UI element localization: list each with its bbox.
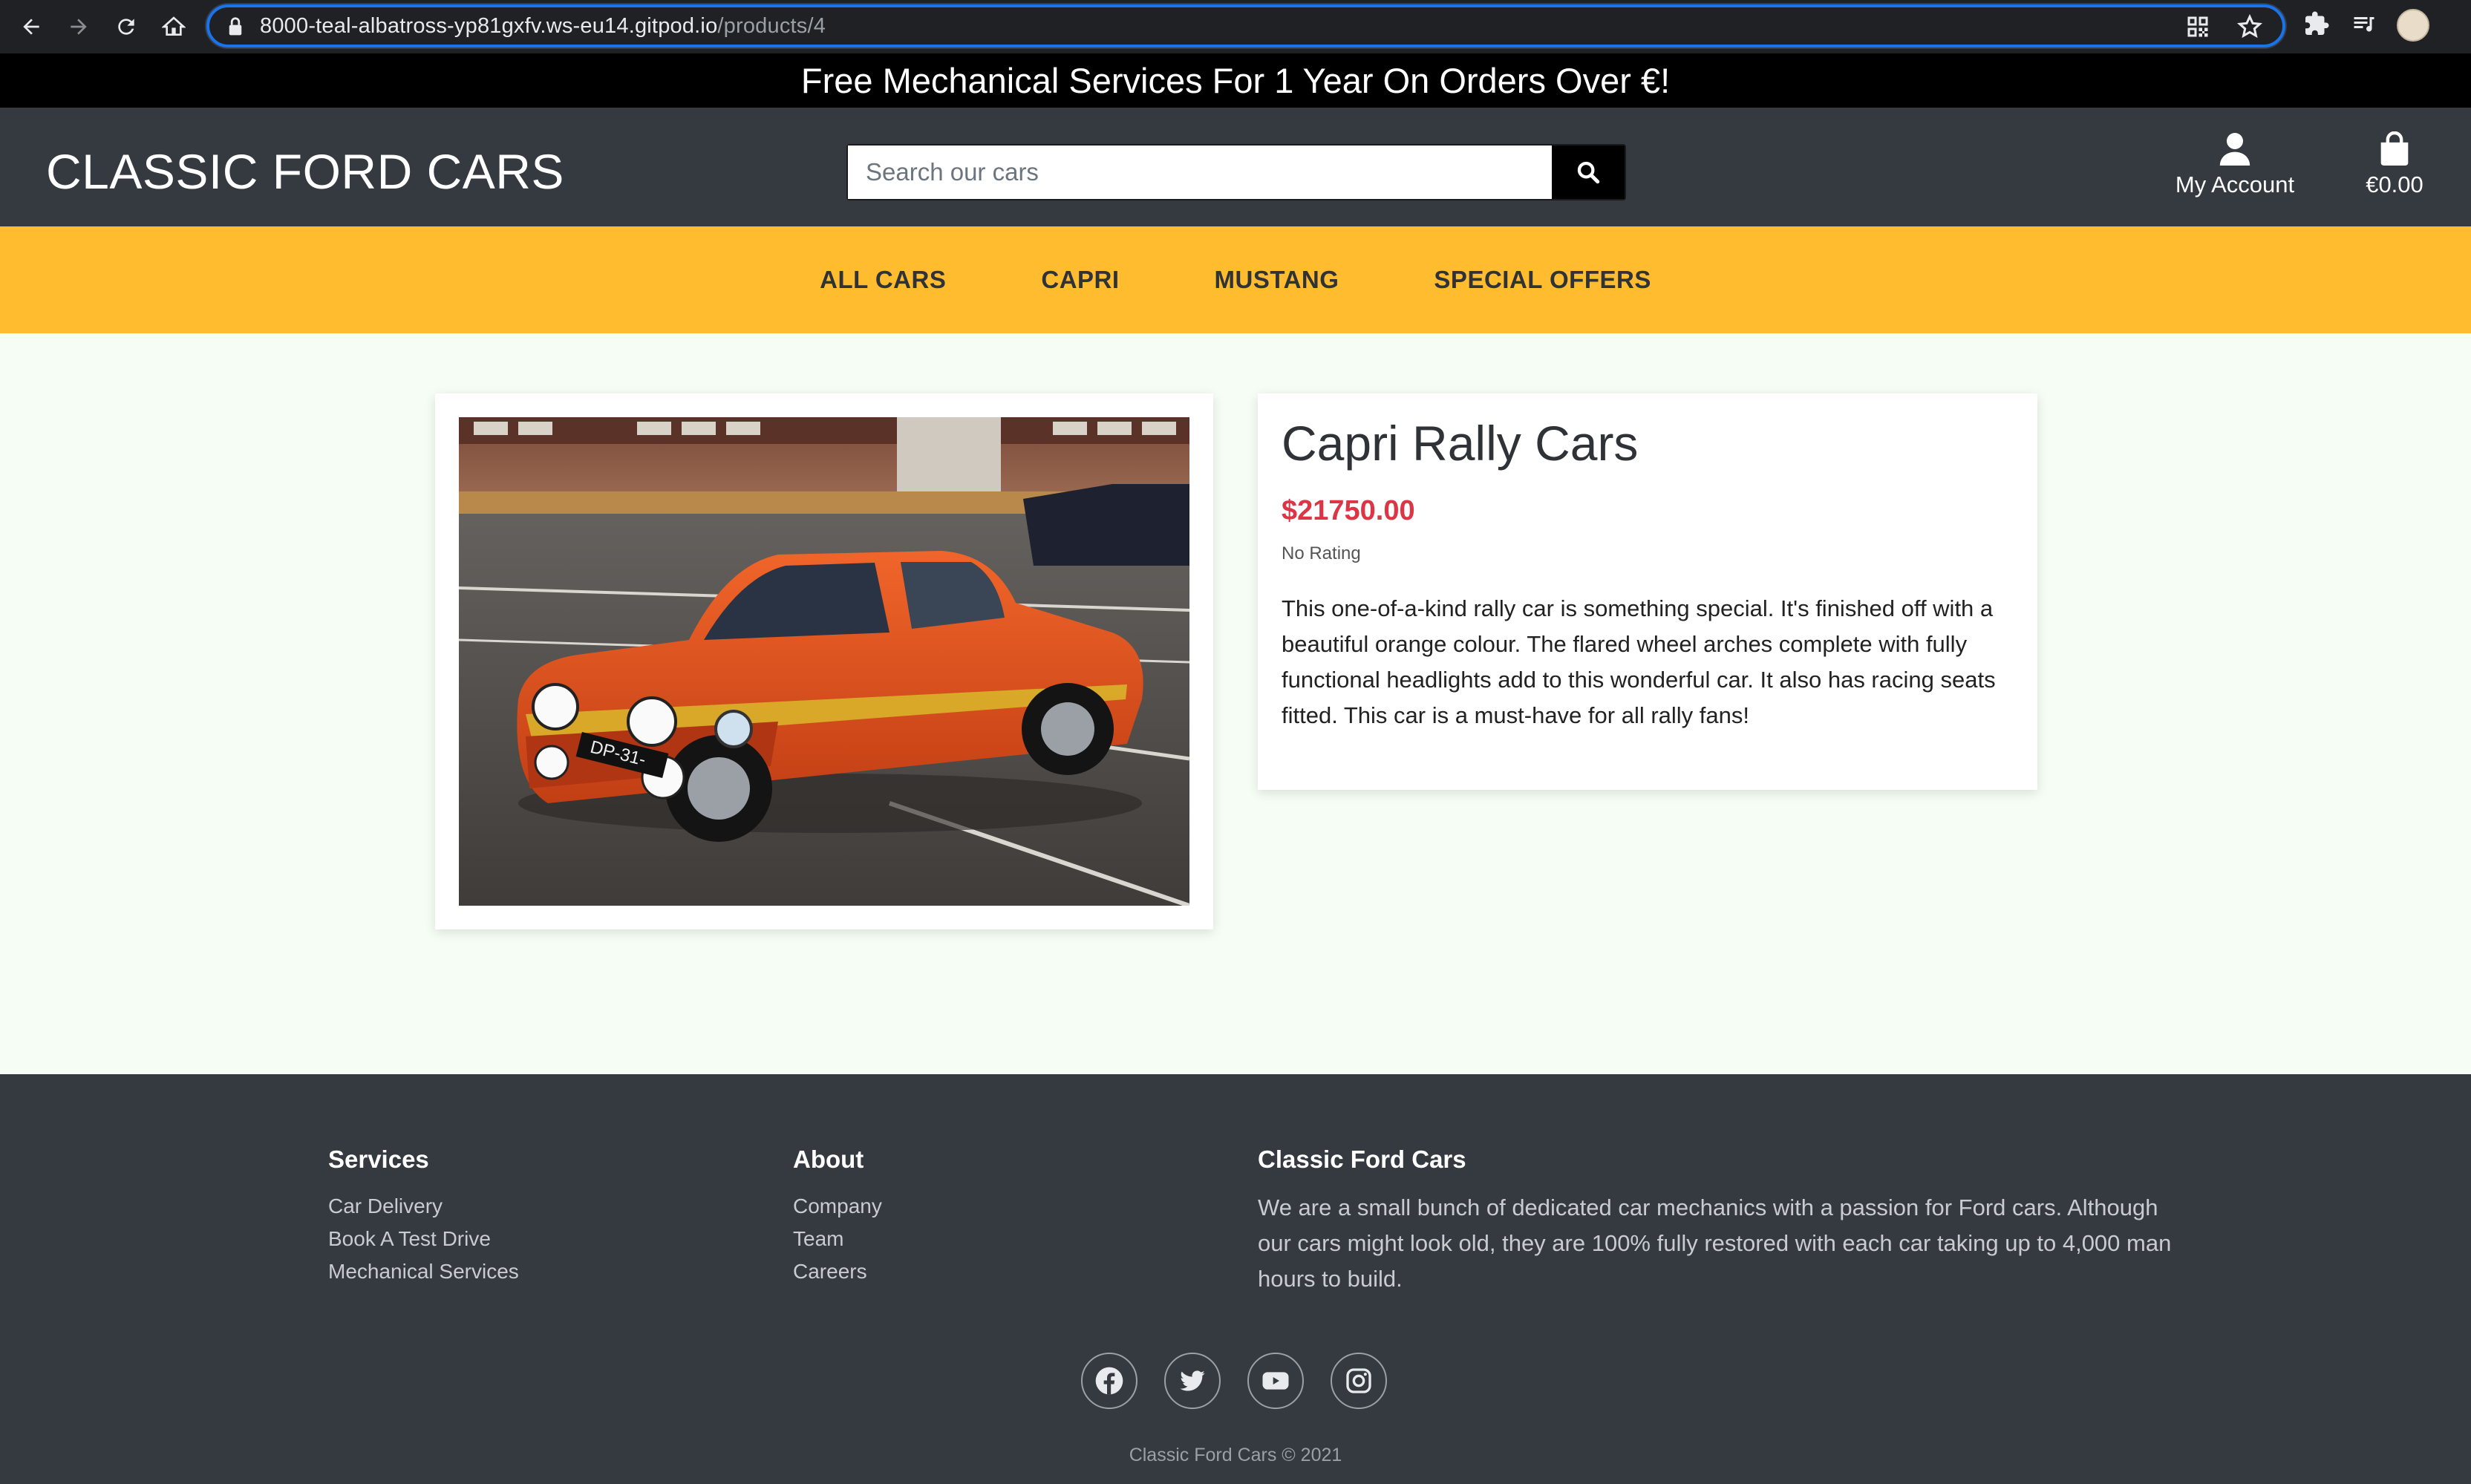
nav-capri[interactable]: CAPRI: [993, 266, 1166, 294]
bag-total: €0.00: [2366, 171, 2423, 197]
product-info-card: Capri Rally Cars $21750.00 No Rating Thi…: [1258, 393, 2037, 790]
address-bar[interactable]: 8000-teal-albatross-yp81gxfv.ws-eu14.git…: [206, 4, 2285, 48]
search-input[interactable]: [848, 146, 1552, 199]
footer-services-heading: Services: [328, 1145, 429, 1173]
back-icon[interactable]: [7, 0, 55, 53]
my-account-label: My Account: [2175, 171, 2295, 197]
social-links: [1081, 1353, 1387, 1409]
search-form: [846, 144, 1626, 200]
home-icon[interactable]: [150, 0, 198, 53]
main-nav: ALL CARS CAPRI MUSTANG SPECIAL OFFERS: [0, 226, 2471, 333]
product-image[interactable]: DP-31-: [459, 417, 1189, 906]
product-image-card: DP-31-: [435, 393, 1213, 929]
footer-company-text: We are a small bunch of dedicated car me…: [1258, 1194, 2172, 1292]
promo-banner: Free Mechanical Services For 1 Year On O…: [0, 53, 2471, 108]
shopping-bag-icon: [2380, 131, 2409, 166]
lock-icon: [229, 17, 242, 36]
my-account-button[interactable]: My Account: [2161, 131, 2309, 198]
bookmark-star-icon[interactable]: [2236, 13, 2263, 44]
facebook-icon[interactable]: [1081, 1353, 1137, 1409]
product-rating: No Rating: [1282, 543, 1361, 564]
shopping-bag-button[interactable]: €0.00: [2346, 131, 2443, 198]
nav-mustang[interactable]: MUSTANG: [1167, 266, 1387, 294]
footer-link-mechanical-services[interactable]: Mechanical Services: [328, 1255, 519, 1288]
footer-link-team[interactable]: Team: [793, 1223, 882, 1255]
footer-link-car-delivery[interactable]: Car Delivery: [328, 1190, 519, 1223]
search-button[interactable]: [1552, 146, 1625, 199]
site-header: CLASSIC FORD CARS My Account €0.00: [0, 108, 2471, 226]
promo-text: Free Mechanical Services For 1 Year On O…: [800, 61, 1671, 100]
product-title: Capri Rally Cars: [1282, 416, 1639, 471]
footer-company: Classic Ford Cars We are a small bunch o…: [1258, 1145, 2178, 1297]
instagram-icon[interactable]: [1331, 1353, 1387, 1409]
profile-avatar[interactable]: [2397, 9, 2429, 42]
url-text: 8000-teal-albatross-yp81gxfv.ws-eu14.git…: [260, 13, 826, 38]
footer-link-test-drive[interactable]: Book A Test Drive: [328, 1223, 519, 1255]
qr-code-icon[interactable]: [2184, 13, 2211, 44]
extensions-puzzle-icon[interactable]: [2303, 10, 2330, 37]
reading-list-icon[interactable]: [2351, 10, 2377, 37]
footer-link-company[interactable]: Company: [793, 1190, 882, 1223]
footer-company-heading: Classic Ford Cars: [1258, 1145, 1466, 1173]
forward-icon[interactable]: [55, 0, 102, 53]
copyright: Classic Ford Cars © 2021: [1129, 1445, 1342, 1465]
footer-about: About Company Team Careers: [793, 1145, 882, 1288]
twitter-icon[interactable]: [1164, 1353, 1221, 1409]
site-footer: Services Car Delivery Book A Test Drive …: [0, 1074, 2471, 1484]
footer-services: Services Car Delivery Book A Test Drive …: [328, 1145, 519, 1288]
nav-all-cars[interactable]: ALL CARS: [772, 266, 993, 294]
site-logo[interactable]: CLASSIC FORD CARS: [46, 143, 564, 200]
user-icon: [2219, 133, 2250, 166]
nav-special-offers[interactable]: SPECIAL OFFERS: [1386, 266, 1698, 294]
youtube-icon[interactable]: [1247, 1353, 1304, 1409]
footer-link-careers[interactable]: Careers: [793, 1255, 882, 1288]
footer-about-heading: About: [793, 1145, 864, 1173]
reload-icon[interactable]: [102, 0, 150, 53]
search-icon: [1577, 161, 1600, 184]
product-description: This one-of-a-kind rally car is somethin…: [1282, 595, 1996, 729]
browser-toolbar: 8000-teal-albatross-yp81gxfv.ws-eu14.git…: [0, 0, 2471, 53]
product-price: $21750.00: [1282, 495, 1415, 527]
